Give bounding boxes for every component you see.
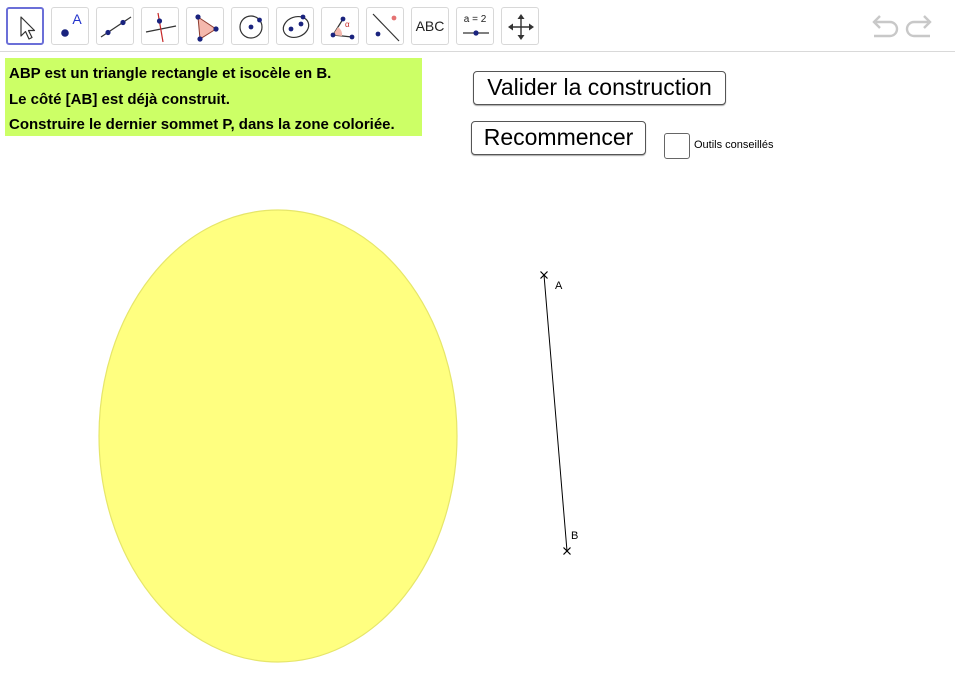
move-view-tool-button[interactable]	[501, 7, 539, 45]
reflect-tool-button[interactable]	[366, 7, 404, 45]
ellipse-icon	[282, 14, 310, 38]
angle-icon	[330, 16, 355, 40]
angle-tool-button[interactable]: α	[321, 7, 359, 45]
toolbar: A α ABC a = 2	[0, 0, 955, 52]
target-zone	[98, 209, 458, 663]
restart-button[interactable]: Recommencer	[471, 121, 646, 155]
line-through-points-icon	[100, 16, 132, 38]
perpendicular-line-icon	[145, 12, 177, 43]
point-a-label: A	[555, 280, 563, 292]
circle-center-point-icon	[239, 15, 263, 39]
slider-icon	[463, 30, 489, 36]
point-tool-label: A	[72, 11, 82, 27]
perpendicular-tool-button[interactable]	[141, 7, 179, 45]
line-tool-button[interactable]	[96, 7, 134, 45]
instructions-box: ABP est un triangle rectangle et isocèle…	[5, 58, 422, 136]
recommended-tools-checkbox[interactable]	[664, 133, 690, 159]
move-tool-button[interactable]	[6, 7, 44, 45]
cursor-arrow-icon	[20, 16, 36, 40]
slider-tool-button[interactable]: a = 2	[456, 7, 494, 45]
validate-construction-button[interactable]: Valider la construction	[473, 71, 726, 105]
redo-icon[interactable]	[904, 12, 936, 42]
polygon-icon	[195, 14, 219, 42]
angle-tool-label: α	[345, 20, 350, 29]
instruction-line-3: Construire le dernier sommet P, dans la …	[9, 116, 395, 133]
point-b-label: B	[571, 530, 579, 542]
instruction-line-2: Le côté [AB] est déjà construit.	[9, 90, 230, 108]
undo-icon[interactable]	[868, 12, 900, 42]
recommended-tools-label: Outils conseillés	[694, 139, 774, 151]
reflect-about-line-icon	[372, 13, 400, 42]
polygon-tool-button[interactable]	[186, 7, 224, 45]
instruction-line-1: ABP est un triangle rectangle et isocèle…	[9, 65, 332, 82]
move-graphics-view-icon	[508, 14, 534, 40]
text-icon: ABC	[415, 18, 445, 34]
segment-ab[interactable]	[543, 274, 568, 552]
conic-tool-button[interactable]	[276, 7, 314, 45]
text-tool-button[interactable]: ABC	[411, 7, 449, 45]
point-tool-button[interactable]: A	[51, 7, 89, 45]
circle-tool-button[interactable]	[231, 7, 269, 45]
